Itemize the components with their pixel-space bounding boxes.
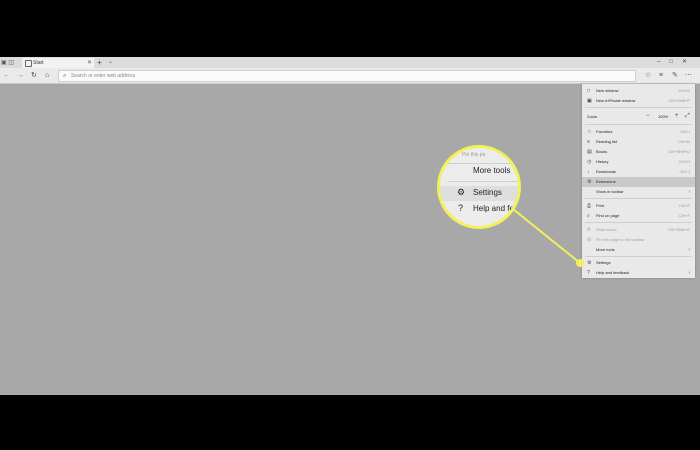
browser-screen: ▣ ◫ Start ✕ + ⌄ –□✕ ← → ↻ ⌂ ⌕ ☆ ≡ ✎ ⋯ □ … <box>0 57 700 395</box>
gear-icon: ⚙ <box>457 187 466 197</box>
callout-divider <box>448 163 518 164</box>
magnified-callout: Pin this pa More tools ⚙ Settings ? Help… <box>437 145 521 229</box>
callout-divider <box>448 181 518 182</box>
callout-leader-line <box>507 204 584 267</box>
callout-help: Help and fe <box>473 204 514 213</box>
callout-settings: Settings <box>473 188 502 197</box>
callout-more-tools: More tools <box>473 166 511 175</box>
callout-pin-text: Pin this pa <box>462 152 486 158</box>
help-icon: ? <box>458 203 464 213</box>
